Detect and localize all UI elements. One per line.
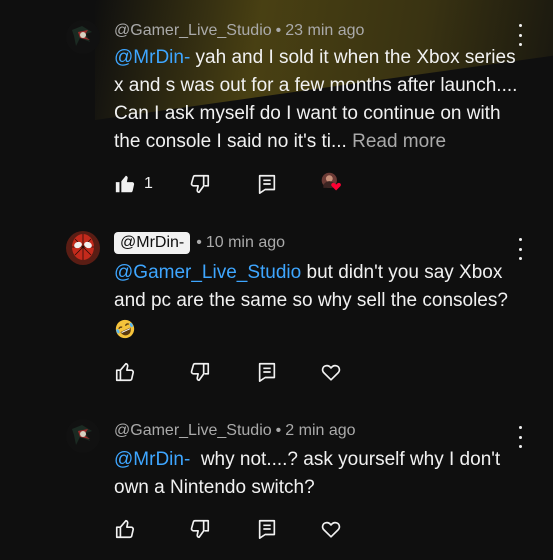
reply-button[interactable] bbox=[256, 171, 278, 197]
avatar-gamer-icon bbox=[66, 419, 100, 453]
comment-header: @Gamer_Live_Studio • 23 min ago bbox=[114, 22, 364, 40]
thumbs-up-icon bbox=[115, 175, 135, 193]
like-button[interactable] bbox=[114, 516, 144, 542]
author-handle[interactable]: @Gamer_Live_Studio bbox=[114, 22, 272, 40]
avatar[interactable] bbox=[66, 419, 100, 453]
author-handle[interactable]: @Gamer_Live_Studio bbox=[114, 422, 272, 440]
avatar[interactable] bbox=[66, 20, 100, 54]
comment-text: @MrDin- why not....? ask yourself why I … bbox=[114, 446, 529, 502]
comment-text: @Gamer_Live_Studio but didn't you say Xb… bbox=[114, 259, 529, 343]
reply-icon bbox=[258, 519, 276, 539]
thumbs-up-icon bbox=[115, 519, 135, 539]
timestamp[interactable]: 2 min ago bbox=[285, 422, 355, 440]
read-more-link[interactable]: Read more bbox=[352, 131, 446, 152]
dislike-button[interactable] bbox=[189, 359, 211, 385]
separator: • bbox=[196, 234, 202, 251]
avatar-spiderman-icon bbox=[66, 231, 100, 265]
heart-icon bbox=[321, 521, 341, 538]
rolling-laughing-emoji-icon bbox=[115, 319, 135, 339]
reply-icon bbox=[258, 362, 276, 382]
more-vertical-icon[interactable] bbox=[512, 24, 528, 46]
comment-header: @MrDin- • 10 min ago bbox=[114, 232, 285, 254]
heart-button[interactable] bbox=[320, 516, 342, 542]
heart-button[interactable] bbox=[320, 359, 342, 385]
thumbs-down-icon bbox=[190, 519, 210, 539]
thumbs-down-icon bbox=[190, 362, 210, 382]
thumbs-up-icon bbox=[115, 362, 135, 382]
like-button[interactable]: 1 bbox=[114, 171, 153, 197]
more-vertical-icon[interactable] bbox=[512, 238, 528, 260]
heart-icon bbox=[321, 172, 341, 191]
mention-link[interactable]: @MrDin- bbox=[114, 47, 190, 68]
dislike-button[interactable] bbox=[189, 171, 211, 197]
author-handle-chip[interactable]: @MrDin- bbox=[114, 232, 191, 254]
avatar-gamer-icon bbox=[66, 20, 100, 54]
comment-header: @Gamer_Live_Studio • 2 min ago bbox=[114, 422, 356, 440]
dislike-button[interactable] bbox=[189, 516, 211, 542]
heart-icon bbox=[321, 364, 341, 381]
thumbs-down-icon bbox=[190, 174, 210, 194]
timestamp[interactable]: 23 min ago bbox=[285, 22, 364, 40]
reply-button[interactable] bbox=[256, 359, 278, 385]
reply-button[interactable] bbox=[256, 516, 278, 542]
separator: • bbox=[275, 422, 282, 439]
separator: • bbox=[275, 22, 282, 39]
like-count: 1 bbox=[144, 175, 153, 192]
comment-text: @MrDin- yah and I sold it when the Xbox … bbox=[114, 44, 529, 156]
mention-link[interactable]: @MrDin- bbox=[114, 449, 190, 470]
creator-heart-badge bbox=[320, 171, 350, 197]
timestamp[interactable]: 10 min ago bbox=[206, 234, 285, 252]
reply-icon bbox=[258, 174, 276, 194]
like-button[interactable] bbox=[114, 359, 144, 385]
avatar[interactable] bbox=[66, 231, 100, 265]
mention-link[interactable]: @Gamer_Live_Studio bbox=[114, 262, 301, 283]
more-vertical-icon[interactable] bbox=[512, 426, 528, 448]
